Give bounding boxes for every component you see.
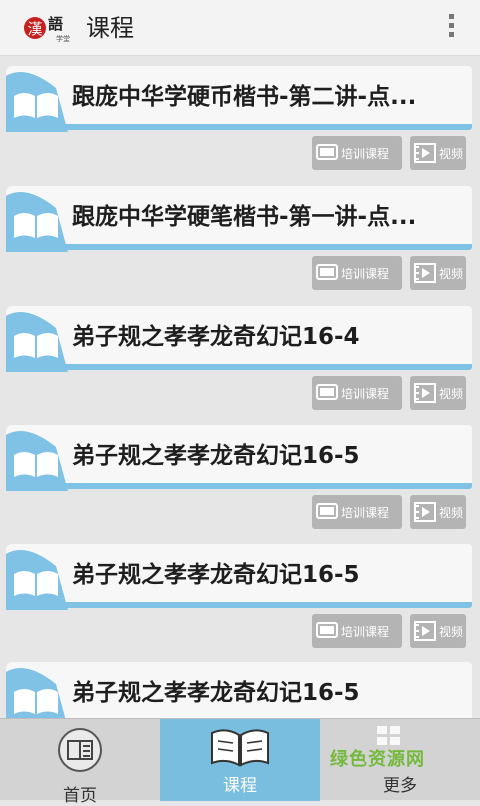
app-bar: 漢 語 学堂 课程 xyxy=(0,0,480,56)
video-button[interactable]: 视频 xyxy=(410,136,466,170)
svg-text:漢: 漢 xyxy=(27,20,42,38)
list-item[interactable]: 弟子规之孝孝龙奇幻记16-5 培训课程 视频 xyxy=(6,662,472,718)
training-course-button[interactable]: 培训课程 xyxy=(312,136,402,170)
film-play-icon xyxy=(414,502,436,522)
training-course-button[interactable]: 培训课程 xyxy=(312,256,402,290)
grid-icon xyxy=(377,726,400,745)
course-list[interactable]: 跟庞中华学硬币楷书-第二讲-点... 培训课程 视频 跟庞中华学硬笔楷书-第一讲… xyxy=(0,56,480,718)
course-title: 弟子规之孝孝龙奇幻记16-5 xyxy=(72,562,360,588)
training-course-label: 培训课程 xyxy=(341,266,390,281)
video-button[interactable]: 视频 xyxy=(410,495,466,529)
list-item[interactable]: 弟子规之孝孝龙奇幻记16-5 培训课程 视频 xyxy=(6,425,472,533)
monitor-icon xyxy=(316,384,338,400)
open-book-icon xyxy=(211,729,269,767)
watermark: 绿色资源网 xyxy=(330,749,425,770)
training-course-label: 培训课程 xyxy=(341,146,390,161)
training-course-label: 培训课程 xyxy=(341,624,390,639)
svg-text:学堂: 学堂 xyxy=(56,34,70,43)
video-label: 视频 xyxy=(439,505,464,520)
app-logo: 漢 語 学堂 xyxy=(24,15,70,43)
book-icon xyxy=(6,431,68,491)
course-title: 弟子规之孝孝龙奇幻记16-5 xyxy=(72,680,360,706)
video-label: 视频 xyxy=(439,146,464,161)
film-play-icon xyxy=(414,143,436,163)
training-course-button[interactable]: 培训课程 xyxy=(312,495,402,529)
video-button[interactable]: 视频 xyxy=(410,256,466,290)
training-course-button[interactable]: 培训课程 xyxy=(312,376,402,410)
overflow-menu-icon[interactable] xyxy=(446,14,456,42)
tab-home[interactable]: 首页 xyxy=(0,719,160,806)
video-button[interactable]: 视频 xyxy=(410,376,466,410)
video-label: 视频 xyxy=(439,624,464,639)
monitor-icon xyxy=(316,144,338,160)
book-icon xyxy=(6,668,66,718)
course-title: 弟子规之孝孝龙奇幻记16-4 xyxy=(72,324,360,350)
book-icon xyxy=(6,550,68,610)
svg-text:語: 語 xyxy=(48,15,63,33)
training-course-button[interactable]: 培训课程 xyxy=(312,614,402,648)
home-list-icon xyxy=(58,728,102,772)
tab-more-label: 更多 xyxy=(383,776,417,796)
tab-course-label: 课程 xyxy=(223,776,257,796)
training-course-label: 培训课程 xyxy=(341,386,390,401)
film-play-icon xyxy=(414,621,436,641)
video-label: 视频 xyxy=(439,386,464,401)
film-play-icon xyxy=(414,383,436,403)
course-title: 弟子规之孝孝龙奇幻记16-5 xyxy=(72,443,360,469)
list-item[interactable]: 弟子规之孝孝龙奇幻记16-4 培训课程 视频 xyxy=(6,306,472,414)
book-icon xyxy=(6,312,68,372)
video-button[interactable]: 视频 xyxy=(410,614,466,648)
monitor-icon xyxy=(316,622,338,638)
monitor-icon xyxy=(316,503,338,519)
film-play-icon xyxy=(414,263,436,283)
book-icon xyxy=(6,192,68,252)
list-item[interactable]: 跟庞中华学硬笔楷书-第一讲-点... 培训课程 视频 xyxy=(6,186,472,294)
training-course-label: 培训课程 xyxy=(341,505,390,520)
list-item[interactable]: 弟子规之孝孝龙奇幻记16-5 培训课程 视频 xyxy=(6,544,472,652)
tab-home-label: 首页 xyxy=(63,786,97,806)
course-title: 跟庞中华学硬笔楷书-第一讲-点... xyxy=(72,204,417,230)
video-label: 视频 xyxy=(439,266,464,281)
course-title: 跟庞中华学硬币楷书-第二讲-点... xyxy=(72,84,417,110)
book-icon xyxy=(6,72,68,132)
monitor-icon xyxy=(316,264,338,280)
tab-course[interactable]: 课程 xyxy=(160,719,320,801)
list-item[interactable]: 跟庞中华学硬币楷书-第二讲-点... 培训课程 视频 xyxy=(6,66,472,174)
page-title: 课程 xyxy=(86,14,134,42)
